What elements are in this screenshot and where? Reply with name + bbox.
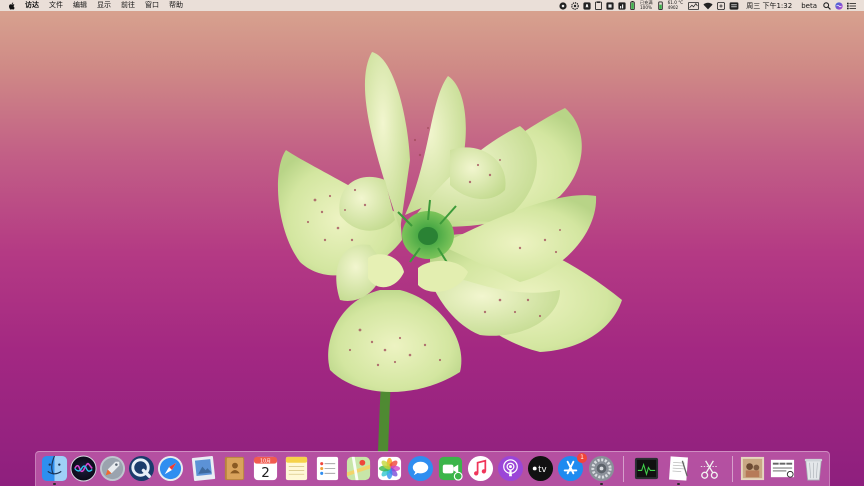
input-method-icon[interactable] xyxy=(729,0,739,11)
dock-reminders[interactable] xyxy=(314,455,341,482)
dock-preview[interactable] xyxy=(190,455,217,482)
apple-logo-icon[interactable] xyxy=(8,2,15,10)
dock-separator xyxy=(623,456,624,482)
siri-icon[interactable] xyxy=(835,0,843,11)
dock-music[interactable] xyxy=(467,455,494,482)
photos-flower-icon xyxy=(377,456,402,481)
menu-bar: 访达 文件 编辑 显示 前往 窗口 帮助 已充满 100% 61.0 °C 49… xyxy=(0,0,864,11)
calendar-icon: 10月2 xyxy=(253,456,278,481)
quicktime-icon xyxy=(128,455,155,482)
dock-notes[interactable] xyxy=(283,455,310,482)
menu-clock[interactable]: 周三 下午1:32 xyxy=(746,1,792,11)
menu-finder[interactable]: 访达 xyxy=(20,0,44,11)
dock-app-store[interactable]: 1 xyxy=(557,453,587,482)
menu-help[interactable]: 帮助 xyxy=(164,0,188,11)
status-bell-icon[interactable] xyxy=(583,0,591,11)
dock-photos[interactable] xyxy=(376,455,403,482)
battery-percent-text: 100% xyxy=(639,4,652,10)
dock-safari[interactable] xyxy=(157,455,184,482)
running-indicator xyxy=(677,483,680,485)
status-gear-icon[interactable] xyxy=(571,0,579,11)
dock-launchpad[interactable] xyxy=(99,455,126,482)
dock-siri[interactable] xyxy=(70,455,97,482)
dock-contacts[interactable] xyxy=(221,455,248,482)
status-circle-icon[interactable] xyxy=(559,0,567,11)
status-clipboard-icon[interactable] xyxy=(594,0,602,11)
scissors-icon xyxy=(700,460,719,479)
dock-quicktime[interactable] xyxy=(128,455,155,482)
dock-activity-monitor[interactable] xyxy=(633,455,660,482)
facetime-camera-icon xyxy=(438,456,463,481)
dock-finder[interactable] xyxy=(41,455,68,485)
maps-icon xyxy=(346,456,371,481)
textedit-document-icon xyxy=(669,456,688,481)
notes-icon xyxy=(285,456,308,481)
launchpad-rocket-icon xyxy=(99,455,126,482)
trash-can-icon xyxy=(804,458,823,481)
dock-facetime[interactable] xyxy=(437,455,464,482)
running-indicator xyxy=(53,483,56,485)
status-fan-icon[interactable] xyxy=(657,0,663,11)
app-store-badge: 1 xyxy=(577,453,587,463)
system-preferences-gear-icon xyxy=(588,455,615,482)
siri-app-icon xyxy=(70,455,97,482)
safari-compass-icon xyxy=(157,455,184,482)
fan-speed-text: 4902 xyxy=(667,4,679,10)
status-monitor-icon[interactable] xyxy=(688,0,700,11)
dock-trash[interactable] xyxy=(800,455,827,482)
tv-label: tv xyxy=(538,465,547,475)
dock-system-preferences[interactable] xyxy=(588,455,615,485)
apple-tv-icon: tv xyxy=(527,455,554,482)
dock-podcasts[interactable] xyxy=(497,455,524,482)
menu-view[interactable]: 显示 xyxy=(92,0,116,11)
dock-maps[interactable] xyxy=(345,455,372,482)
contacts-book-icon xyxy=(224,456,245,481)
finder-icon xyxy=(41,455,68,482)
menu-file[interactable]: 文件 xyxy=(44,0,68,11)
dock-messages[interactable] xyxy=(407,455,434,482)
dock-calendar[interactable]: 10月 2 xyxy=(252,455,279,482)
activity-monitor-icon xyxy=(634,457,659,480)
running-indicator xyxy=(600,483,603,485)
menu-edit[interactable]: 编辑 xyxy=(68,0,92,11)
dock-screenshot-tool[interactable] xyxy=(696,455,723,482)
status-app-icon[interactable] xyxy=(717,0,726,11)
dock-apple-tv[interactable]: tv xyxy=(527,455,554,482)
menu-go[interactable]: 前往 xyxy=(116,0,140,11)
podcasts-icon xyxy=(497,455,524,482)
music-note-icon xyxy=(467,455,494,482)
beta-label[interactable]: beta xyxy=(801,2,817,10)
dock-downloads-stack[interactable] xyxy=(769,455,796,482)
document-stack-icon xyxy=(770,459,795,478)
status-cpu-icon[interactable] xyxy=(606,0,614,11)
calendar-month-label: 10月 xyxy=(260,459,271,465)
status-battery-icon[interactable] xyxy=(630,0,635,11)
menu-window[interactable]: 窗口 xyxy=(140,0,164,11)
reminders-list-icon xyxy=(316,456,339,481)
wallpaper-hellebore-flower xyxy=(277,52,622,452)
preview-photos-icon xyxy=(191,455,216,482)
spotlight-search-icon[interactable] xyxy=(823,0,831,11)
dock-textedit[interactable] xyxy=(665,455,692,485)
messages-bubble-icon xyxy=(407,455,434,482)
status-square-icon[interactable] xyxy=(618,0,626,11)
wifi-icon[interactable] xyxy=(703,0,713,11)
dock-recent-photo[interactable] xyxy=(739,455,766,482)
calendar-day-label: 2 xyxy=(261,465,270,481)
notification-center-icon[interactable] xyxy=(847,0,856,11)
dock-separator xyxy=(732,456,733,482)
dock: 10月 2 tv 1 xyxy=(35,451,830,486)
photo-thumbnail-icon xyxy=(740,456,765,481)
